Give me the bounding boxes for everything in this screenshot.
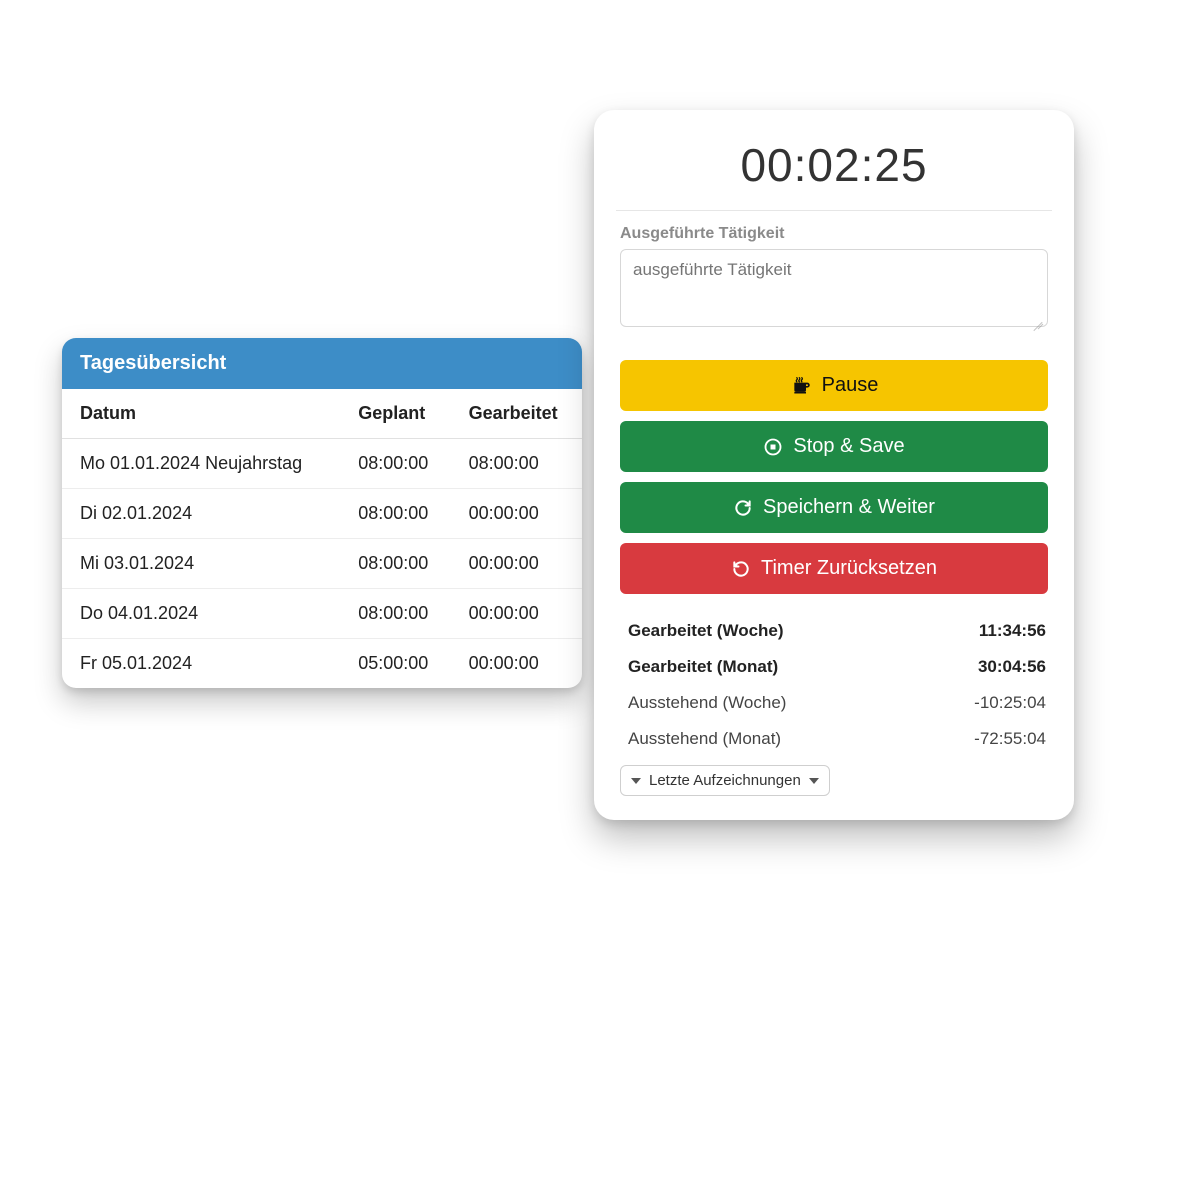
timer-display: 00:02:25 [620, 138, 1048, 210]
activity-label: Ausgeführte Tätigkeit [620, 225, 1048, 243]
pause-button-label: Pause [822, 374, 879, 397]
cell-date: Di 02.01.2024 [62, 489, 340, 539]
refresh-icon [733, 498, 753, 518]
pause-button[interactable]: Pause [620, 360, 1048, 411]
cell-date: Do 04.01.2024 [62, 589, 340, 639]
pending-week-label: Ausstehend (Woche) [628, 693, 786, 713]
activity-input[interactable] [620, 249, 1048, 327]
timer-summary: Gearbeitet (Woche) 11:34:56 Gearbeitet (… [620, 612, 1048, 757]
day-overview-card: Tagesübersicht Datum Geplant Gearbeitet … [62, 338, 582, 688]
stop-save-button-label: Stop & Save [793, 435, 904, 458]
cell-planned: 08:00:00 [340, 539, 450, 589]
recent-recordings-button[interactable]: Letzte Aufzeichnungen [620, 765, 830, 796]
worked-month-value: 30:04:56 [978, 657, 1046, 677]
stop-save-button[interactable]: Stop & Save [620, 421, 1048, 472]
cell-worked: 00:00:00 [451, 489, 582, 539]
stop-circle-icon [763, 437, 783, 457]
cell-worked: 00:00:00 [451, 589, 582, 639]
cell-worked: 00:00:00 [451, 639, 582, 689]
cell-worked: 08:00:00 [451, 439, 582, 489]
cell-date: Fr 05.01.2024 [62, 639, 340, 689]
cell-date: Mi 03.01.2024 [62, 539, 340, 589]
undo-icon [731, 559, 751, 579]
day-overview-title: Tagesübersicht [62, 338, 582, 389]
pending-month-value: -72:55:04 [974, 729, 1046, 749]
divider [616, 210, 1052, 211]
cell-planned: 05:00:00 [340, 639, 450, 689]
coffee-icon [790, 376, 812, 396]
cell-date[interactable]: Mo 01.01.2024 Neujahrstag [62, 439, 340, 489]
table-row: Fr 05.01.202405:00:0000:00:00 [62, 639, 582, 689]
reset-timer-button[interactable]: Timer Zurücksetzen [620, 543, 1048, 594]
reset-timer-button-label: Timer Zurücksetzen [761, 557, 937, 580]
day-overview-table: Datum Geplant Gearbeitet Mo 01.01.2024 N… [62, 389, 582, 688]
cell-planned: 08:00:00 [340, 439, 450, 489]
col-planned: Geplant [340, 389, 450, 439]
pending-week-value: -10:25:04 [974, 693, 1046, 713]
worked-week-label: Gearbeitet (Woche) [628, 621, 784, 641]
worked-month-label: Gearbeitet (Monat) [628, 657, 778, 677]
col-date: Datum [62, 389, 340, 439]
cell-worked: 00:00:00 [451, 539, 582, 589]
save-continue-button-label: Speichern & Weiter [763, 496, 935, 519]
col-worked: Gearbeitet [451, 389, 582, 439]
cell-planned: 08:00:00 [340, 589, 450, 639]
recent-recordings-label: Letzte Aufzeichnungen [649, 772, 801, 789]
chevron-down-icon [631, 778, 641, 784]
timer-card: 00:02:25 Ausgeführte Tätigkeit Pause [594, 110, 1074, 820]
table-row: Di 02.01.202408:00:0000:00:00 [62, 489, 582, 539]
cell-planned: 08:00:00 [340, 489, 450, 539]
table-row: Mi 03.01.202408:00:0000:00:00 [62, 539, 582, 589]
save-continue-button[interactable]: Speichern & Weiter [620, 482, 1048, 533]
pending-month-label: Ausstehend (Monat) [628, 729, 781, 749]
chevron-down-icon [809, 778, 819, 784]
table-row: Mo 01.01.2024 Neujahrstag08:00:0008:00:0… [62, 439, 582, 489]
worked-week-value: 11:34:56 [979, 621, 1046, 641]
table-row: Do 04.01.202408:00:0000:00:00 [62, 589, 582, 639]
